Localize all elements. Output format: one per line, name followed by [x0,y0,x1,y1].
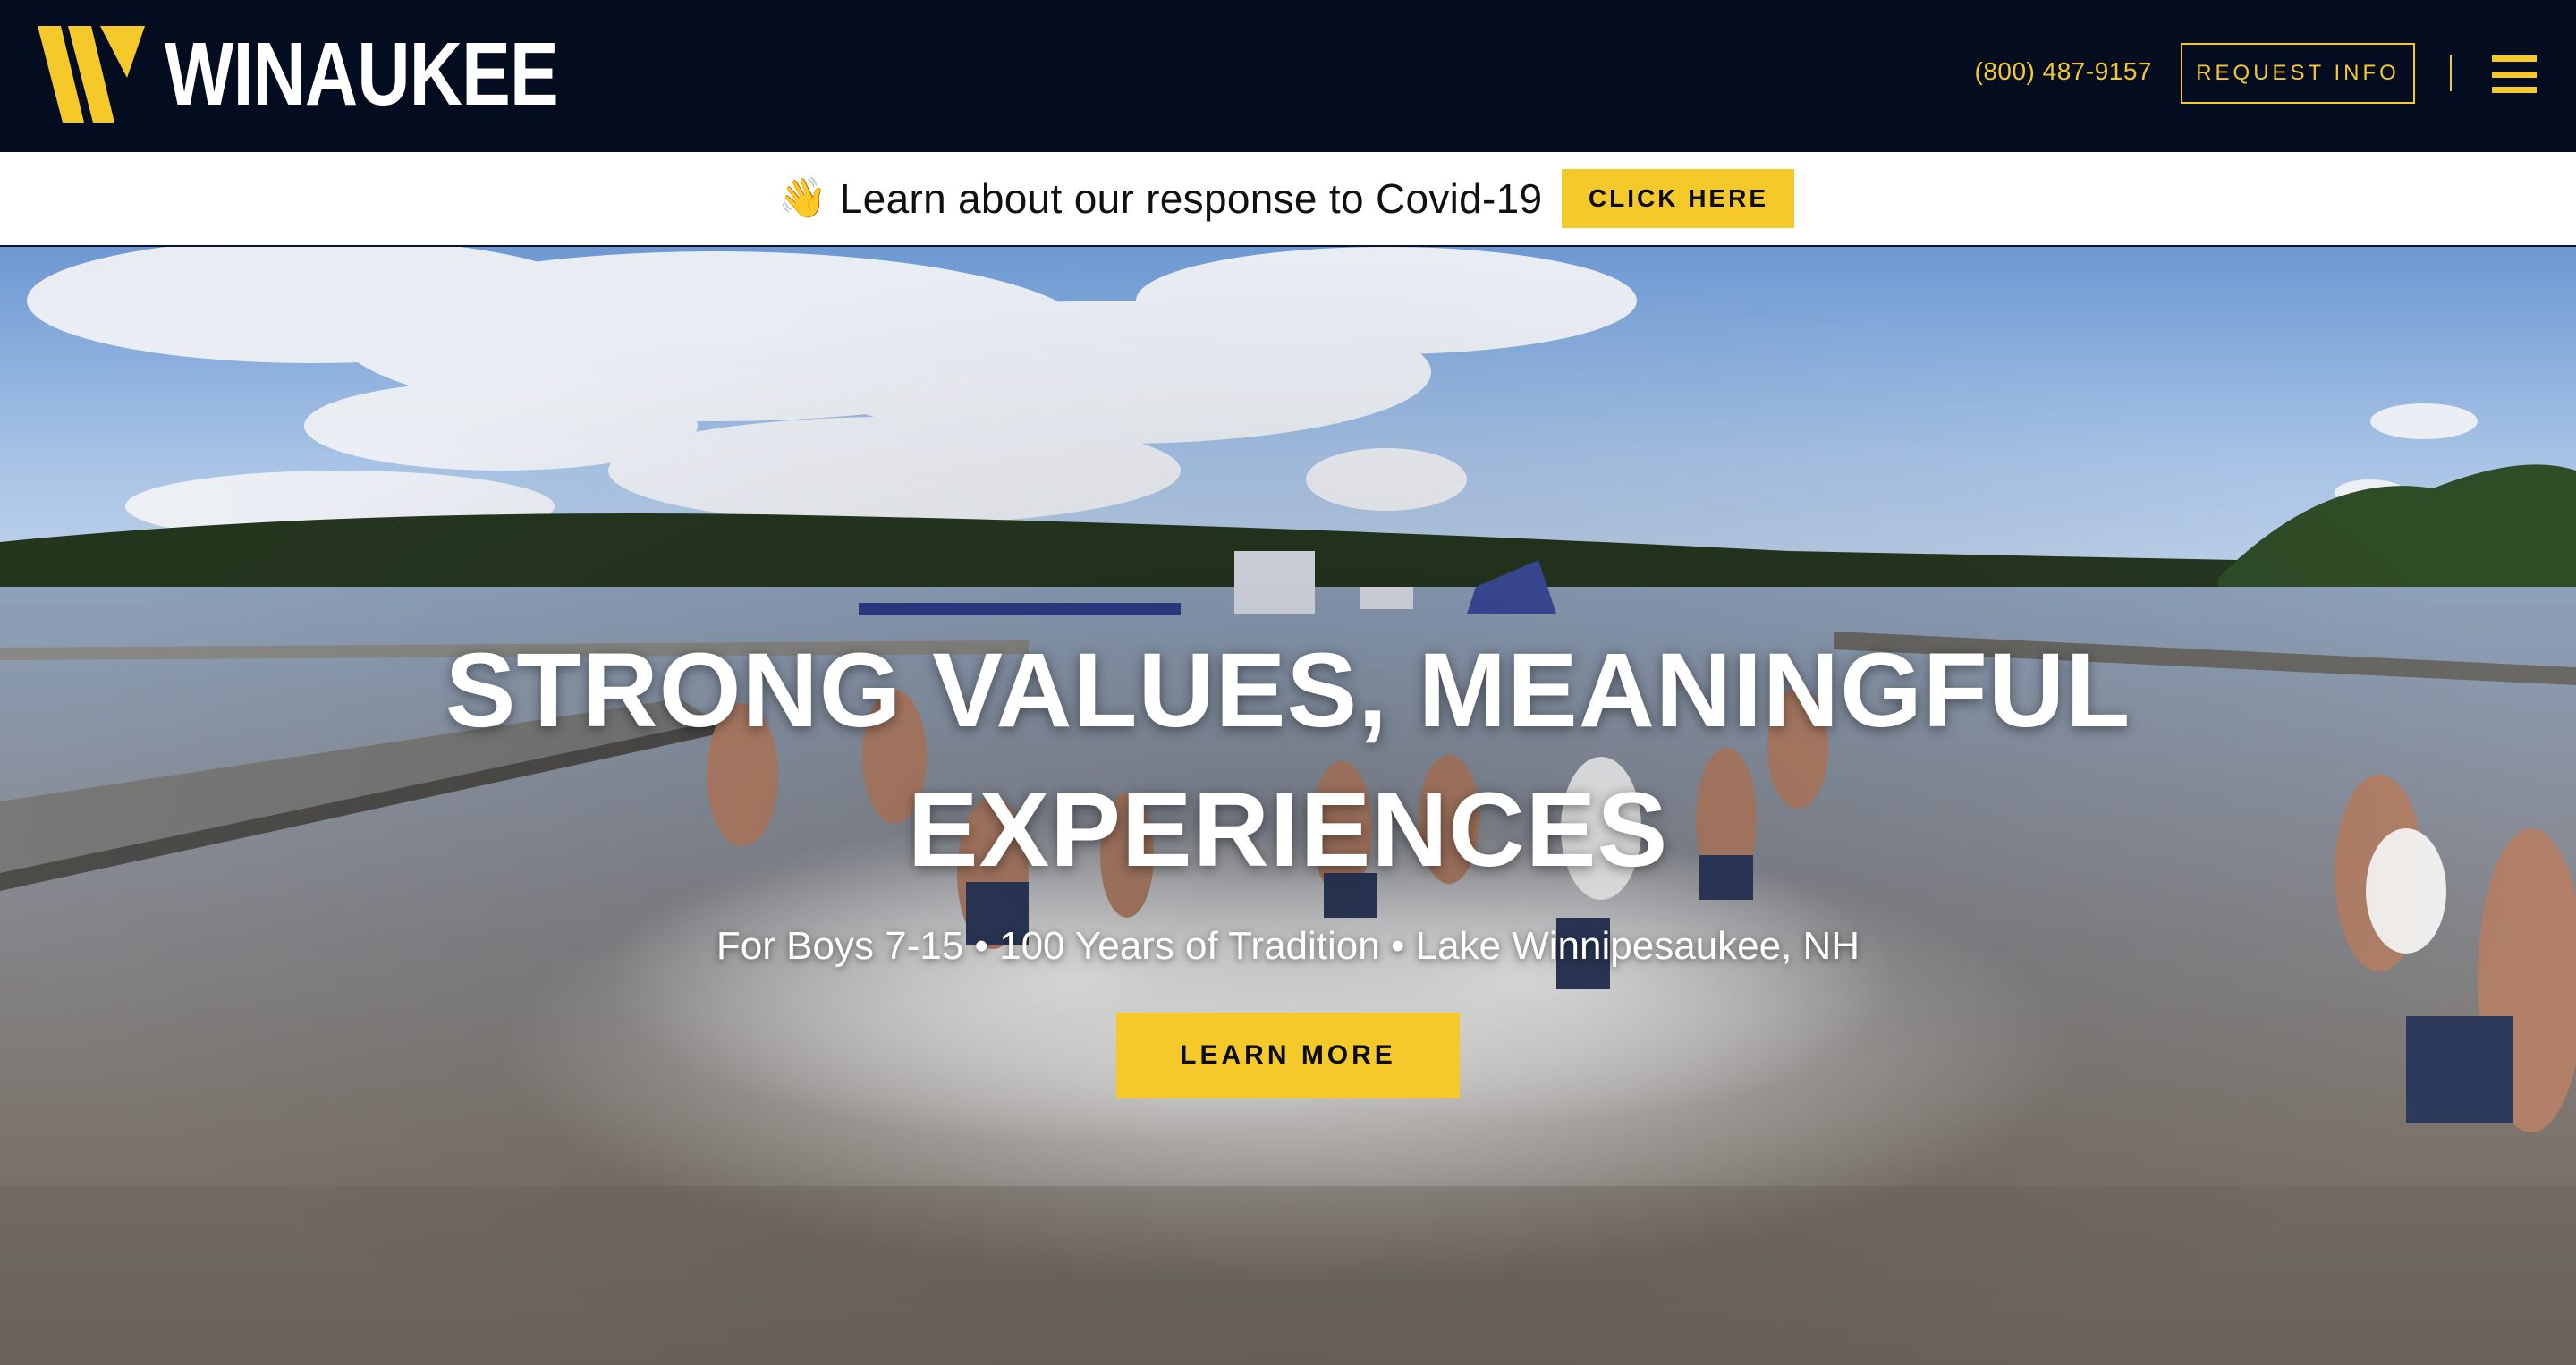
hero-title-line2: EXPERIENCES [907,771,1669,889]
logo-text: WINAUKEE [165,24,559,124]
menu-icon-bar [2492,87,2537,93]
hero-subtitle: For Boys 7-15 • 100 Years of Tradition •… [716,924,1860,968]
site-header: WINAUKEE (800) 487-9157 REQUEST INFO [0,0,2576,152]
learn-more-button[interactable]: LEARN MORE [1116,1013,1460,1098]
covid-banner-text: Learn about our response to Covid-19 [839,175,1543,222]
request-info-button[interactable]: REQUEST INFO [2181,43,2415,104]
phone-link[interactable]: (800) 487-9157 [1975,54,2152,89]
covid-click-here-button[interactable]: CLICK HERE [1562,169,1795,228]
winaukee-logo[interactable]: WINAUKEE [38,25,644,123]
covid-banner-content: 👋 Learn about our response to Covid-19 C… [778,169,1795,228]
menu-icon-bar [2492,55,2537,62]
covid-banner: 👋 Learn about our response to Covid-19 C… [0,152,2576,247]
hero-title: STRONG VALUES, MEANINGFUL EXPERIENCES [0,621,2576,900]
hero-section: STRONG VALUES, MEANINGFUL EXPERIENCES Fo… [0,247,2576,1365]
winaukee-logo-mark-icon [38,26,145,123]
hero-title-line1: STRONG VALUES, MEANINGFUL [445,632,2131,750]
menu-icon-bar [2492,71,2537,78]
wave-icon: 👋 [778,175,827,221]
nav-divider [2450,55,2452,91]
menu-icon[interactable] [2492,55,2537,93]
